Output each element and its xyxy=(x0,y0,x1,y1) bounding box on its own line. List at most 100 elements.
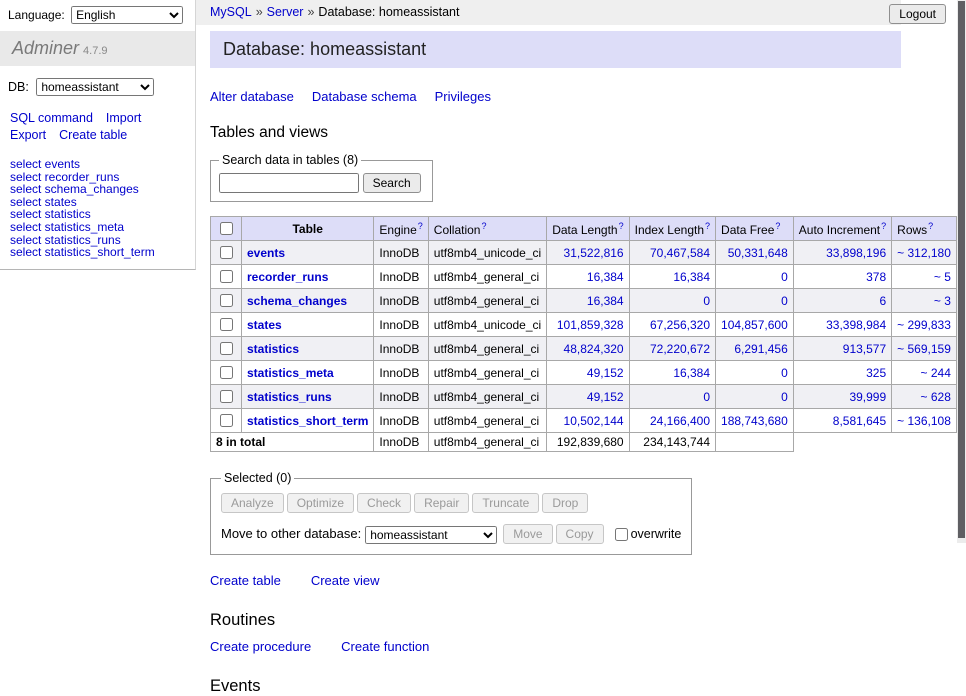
table-name-link[interactable]: statistics_meta xyxy=(247,366,334,380)
column-help-link[interactable]: ? xyxy=(705,221,710,231)
row-checkbox[interactable] xyxy=(220,318,233,331)
column-help-link[interactable]: ? xyxy=(881,221,886,231)
data-length-cell: 16,384 xyxy=(547,289,629,313)
create-function-link[interactable]: Create function xyxy=(341,639,429,654)
db-actions: Alter database Database schema Privileges xyxy=(210,89,943,104)
table-name-cell: events xyxy=(242,241,374,265)
total-index-length-cell: 234,143,744 xyxy=(629,433,715,452)
copy-button[interactable]: Copy xyxy=(556,524,604,544)
overwrite-label[interactable]: overwrite xyxy=(631,527,682,541)
total-data-free-cell xyxy=(716,433,794,452)
total-engine-cell: InnoDB xyxy=(374,433,428,452)
row-checkbox[interactable] xyxy=(220,294,233,307)
bulk-truncate-button[interactable]: Truncate xyxy=(472,493,539,513)
collation-cell: utf8mb4_general_ci xyxy=(428,385,546,409)
table-name-link[interactable]: schema_changes xyxy=(247,294,347,308)
table-name-link[interactable]: states xyxy=(247,318,282,332)
row-checkbox[interactable] xyxy=(220,390,233,403)
move-database-select[interactable]: homeassistant xyxy=(365,526,497,544)
table-name-cell: states xyxy=(242,313,374,337)
table-row: recorder_runsInnoDButf8mb4_general_ci16,… xyxy=(211,265,966,289)
alter-database-link[interactable]: Alter database xyxy=(210,89,294,104)
row-checkbox[interactable] xyxy=(220,342,233,355)
search-button[interactable]: Search xyxy=(363,173,421,193)
auto-increment-cell: 378 xyxy=(793,265,891,289)
column-help-link[interactable]: ? xyxy=(418,221,423,231)
export-link[interactable]: Export xyxy=(10,128,46,142)
rows-count-link[interactable]: ~ 569,159 xyxy=(897,342,951,356)
database-schema-link[interactable]: Database schema xyxy=(312,89,417,104)
rows-count-link[interactable]: ~ 299,833 xyxy=(897,318,951,332)
vertical-scrollbar[interactable] xyxy=(957,0,966,543)
bulk-optimize-button[interactable]: Optimize xyxy=(287,493,354,513)
table-name-link[interactable]: statistics_short_term xyxy=(247,414,368,428)
data-length-cell: 49,152 xyxy=(547,361,629,385)
bulk-analyze-button[interactable]: Analyze xyxy=(221,493,284,513)
overwrite-checkbox[interactable] xyxy=(615,528,628,541)
engine-cell: InnoDB xyxy=(374,265,428,289)
move-button[interactable]: Move xyxy=(503,524,552,544)
select-all-checkbox[interactable] xyxy=(220,222,233,235)
breadcrumb-separator: » xyxy=(307,5,314,19)
events-heading: Events xyxy=(210,677,943,696)
row-checkbox[interactable] xyxy=(220,246,233,259)
db-select[interactable]: homeassistant xyxy=(36,78,154,96)
language-row: Language: English xyxy=(0,0,195,28)
sidebar-table-link[interactable]: select events xyxy=(10,158,80,171)
row-checkbox-cell xyxy=(211,409,242,433)
data-free-cell: 0 xyxy=(716,385,794,409)
rows-count-link[interactable]: ~ 5 xyxy=(934,270,951,284)
table-name-link[interactable]: recorder_runs xyxy=(247,270,328,284)
scrollbar-thumb[interactable] xyxy=(958,1,965,538)
rows-count-link[interactable]: ~ 312,180 xyxy=(897,246,951,260)
privileges-link[interactable]: Privileges xyxy=(435,89,491,104)
rows-count-link[interactable]: ~ 628 xyxy=(921,390,951,404)
row-checkbox-cell xyxy=(211,385,242,409)
rows-count-link[interactable]: ~ 3 xyxy=(934,294,951,308)
engine-cell: InnoDB xyxy=(374,361,428,385)
sidebar-links: SQL command Import Export Create table xyxy=(0,100,195,146)
sql-command-link[interactable]: SQL command xyxy=(10,111,93,125)
routines-heading: Routines xyxy=(210,611,943,630)
sidebar: Language: English Adminer 4.7.9 DB: homea… xyxy=(0,0,196,270)
search-input[interactable] xyxy=(219,173,359,193)
rows-count-link[interactable]: ~ 136,108 xyxy=(897,414,951,428)
row-checkbox[interactable] xyxy=(220,270,233,283)
app-version: 4.7.9 xyxy=(83,45,107,57)
breadcrumb-server-link[interactable]: Server xyxy=(267,5,304,19)
language-select[interactable]: English xyxy=(71,6,183,24)
logout-button[interactable]: Logout xyxy=(889,4,946,24)
db-label: DB: xyxy=(8,80,29,94)
tables-and-views-table: TableEngine?Collation?Data Length?Index … xyxy=(210,216,966,452)
row-checkbox[interactable] xyxy=(220,414,233,427)
column-header-label: Collation xyxy=(434,223,481,237)
table-name-link[interactable]: events xyxy=(247,246,285,260)
rows-count-link[interactable]: ~ 244 xyxy=(921,366,951,380)
table-name-link[interactable]: statistics xyxy=(247,342,299,356)
collation-cell: utf8mb4_general_ci xyxy=(428,361,546,385)
column-help-link[interactable]: ? xyxy=(481,221,486,231)
column-help-link[interactable]: ? xyxy=(928,221,933,231)
rows-cell: ~ 312,180 xyxy=(892,241,957,265)
table-name-link[interactable]: statistics_runs xyxy=(247,390,332,404)
column-help-link[interactable]: ? xyxy=(619,221,624,231)
create-table-bottom-link[interactable]: Create table xyxy=(210,573,281,588)
column-help-link[interactable]: ? xyxy=(775,221,780,231)
import-link[interactable]: Import xyxy=(106,111,141,125)
bulk-repair-button[interactable]: Repair xyxy=(414,493,469,513)
app-name[interactable]: Adminer xyxy=(12,38,79,58)
row-checkbox[interactable] xyxy=(220,366,233,379)
create-procedure-link[interactable]: Create procedure xyxy=(210,639,311,654)
auto-increment-cell: 6 xyxy=(793,289,891,313)
create-view-link[interactable]: Create view xyxy=(311,573,380,588)
breadcrumb-mysql-link[interactable]: MySQL xyxy=(210,5,252,19)
sidebar-table-link[interactable]: select statistics_meta xyxy=(10,221,124,234)
index-length-cell: 16,384 xyxy=(629,361,715,385)
sidebar-table-link[interactable]: select schema_changes xyxy=(10,183,139,196)
bulk-check-button[interactable]: Check xyxy=(357,493,411,513)
total-label-cell: 8 in total xyxy=(211,433,374,452)
data-length-cell: 48,824,320 xyxy=(547,337,629,361)
bulk-drop-button[interactable]: Drop xyxy=(542,493,588,513)
sidebar-table-link[interactable]: select statistics_short_term xyxy=(10,246,155,259)
create-table-link[interactable]: Create table xyxy=(59,128,127,142)
